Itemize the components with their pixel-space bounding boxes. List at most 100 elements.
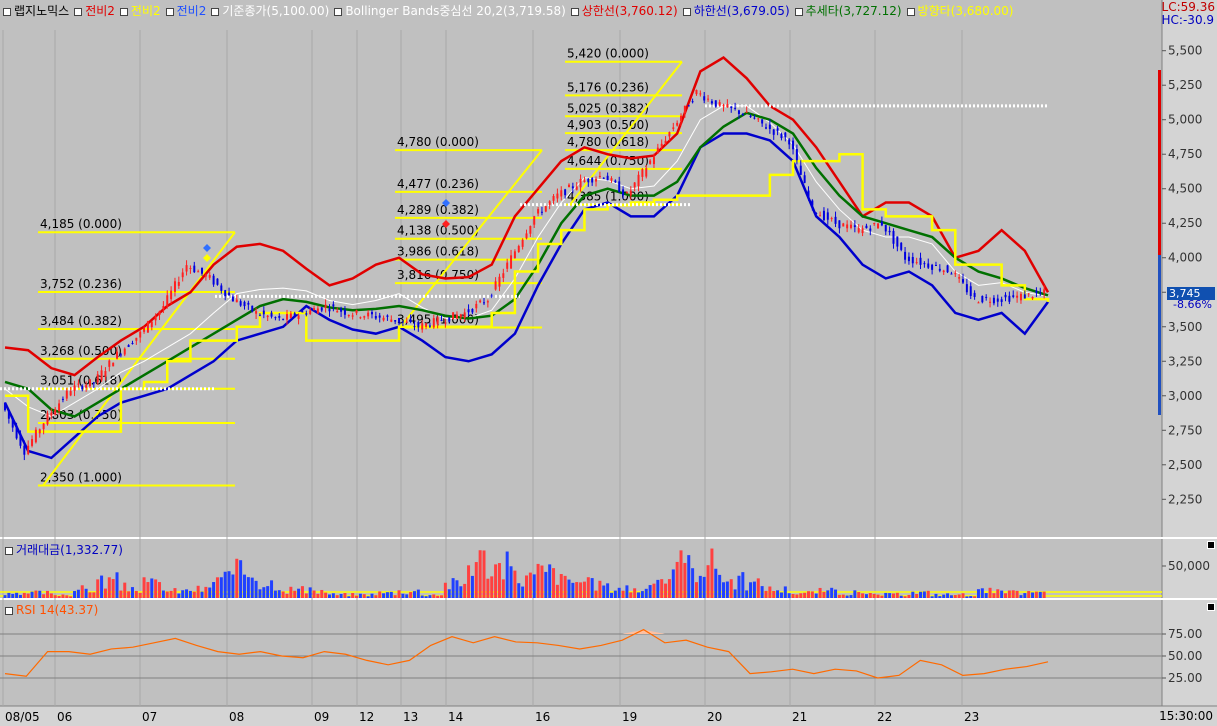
volume-bar bbox=[834, 589, 838, 598]
candle-body bbox=[652, 157, 655, 165]
legend-item[interactable]: 추세타(3,727.12) bbox=[794, 4, 902, 18]
volume-bar bbox=[783, 586, 787, 598]
legend-toggle-icon[interactable] bbox=[906, 7, 915, 16]
volume-bar bbox=[996, 589, 1000, 598]
legend-item[interactable]: 상한선(3,760.12) bbox=[570, 4, 678, 18]
volume-bar bbox=[119, 590, 123, 598]
candle-body bbox=[996, 298, 999, 302]
candle-body bbox=[795, 149, 798, 161]
candle-body bbox=[289, 313, 292, 318]
time-label: 08 bbox=[229, 710, 244, 724]
volume-bar bbox=[957, 594, 961, 598]
candle-body bbox=[177, 281, 180, 286]
candle-body bbox=[722, 105, 725, 107]
volume-bar bbox=[459, 586, 463, 598]
volume-bar bbox=[517, 583, 521, 598]
volume-bar bbox=[7, 592, 11, 598]
candle-body bbox=[946, 265, 949, 273]
volume-bar bbox=[984, 593, 988, 598]
candle-body bbox=[123, 348, 126, 355]
price-tick-label: 4,500 bbox=[1168, 182, 1202, 196]
candle-body bbox=[753, 117, 756, 119]
volume-bar bbox=[946, 593, 950, 598]
legend-item[interactable]: 하한선(3,679.05) bbox=[682, 4, 790, 18]
candle-body bbox=[452, 312, 455, 320]
candle-body bbox=[598, 175, 601, 177]
candle-body bbox=[301, 311, 304, 313]
volume-bar bbox=[513, 570, 517, 598]
legend-toggle-icon[interactable] bbox=[334, 7, 343, 16]
volume-bar bbox=[69, 596, 73, 598]
legend-item[interactable]: 전비2 bbox=[165, 4, 206, 18]
volume-bar bbox=[497, 563, 501, 598]
candle-body bbox=[320, 307, 323, 311]
close-panel-icon[interactable] bbox=[1207, 603, 1215, 611]
candle-body bbox=[525, 233, 528, 239]
candle-body bbox=[865, 225, 868, 229]
legend-item[interactable]: 기준종가(5,100.00) bbox=[210, 4, 329, 18]
volume-bar bbox=[169, 590, 173, 598]
volume-bar bbox=[861, 593, 865, 598]
legend-toggle-icon[interactable] bbox=[3, 7, 11, 16]
volume-bar bbox=[613, 590, 617, 598]
volume-bar bbox=[185, 589, 189, 598]
candle-body bbox=[54, 409, 57, 415]
legend-toggle-icon[interactable] bbox=[570, 7, 579, 16]
candle-body bbox=[595, 178, 598, 182]
volume-bar bbox=[826, 590, 830, 598]
candle-body bbox=[15, 425, 18, 439]
volume-bar bbox=[76, 589, 80, 598]
legend-label: 추세타(3,727.12) bbox=[805, 4, 902, 18]
volume-bar bbox=[718, 574, 722, 598]
legend-item[interactable]: 전비2 bbox=[119, 4, 161, 18]
panel-toggle-icon[interactable] bbox=[5, 546, 13, 555]
volume-bar bbox=[919, 591, 923, 598]
fib-level-label: 4,477 (0.236) bbox=[397, 177, 479, 191]
legend-item[interactable]: 랩지노믹스 bbox=[2, 4, 69, 18]
volume-tick-label: 50,000 bbox=[1168, 559, 1210, 573]
volume-bar bbox=[1007, 590, 1011, 598]
legend-toggle-icon[interactable] bbox=[165, 7, 174, 16]
lc-hc-readout: LC:59.36 HC:-30.9 bbox=[1162, 1, 1215, 27]
panel-toggle-icon[interactable] bbox=[5, 606, 13, 615]
candle-body bbox=[625, 192, 628, 194]
candle-body bbox=[197, 271, 200, 273]
legend-toggle-icon[interactable] bbox=[794, 7, 803, 16]
volume-bar bbox=[385, 592, 389, 598]
price-tick-label: 5,000 bbox=[1168, 113, 1202, 127]
candle-body bbox=[907, 256, 910, 262]
volume-bar bbox=[440, 595, 444, 598]
volume-bar bbox=[401, 593, 405, 598]
candle-body bbox=[761, 119, 764, 124]
legend-item[interactable]: Bollinger Bands중심선 20,2(3,719.58) bbox=[333, 4, 566, 18]
legend-toggle-icon[interactable] bbox=[74, 7, 83, 16]
candle-body bbox=[737, 110, 740, 114]
volume-bar bbox=[868, 593, 872, 598]
candle-body bbox=[571, 186, 574, 189]
volume-bar bbox=[915, 593, 919, 598]
volume-bar bbox=[188, 590, 192, 598]
legend-toggle-icon[interactable] bbox=[119, 7, 128, 16]
candle-body bbox=[158, 311, 161, 316]
candle-body bbox=[950, 273, 953, 275]
candle-body bbox=[772, 129, 775, 135]
legend-item[interactable]: 방향타(3,680.00) bbox=[906, 4, 1013, 18]
legend-toggle-icon[interactable] bbox=[682, 7, 691, 16]
volume-bar bbox=[382, 593, 386, 598]
time-label: 22 bbox=[877, 710, 892, 724]
volume-bar bbox=[598, 580, 602, 598]
candle-body bbox=[857, 228, 860, 233]
legend-toggle-icon[interactable] bbox=[211, 7, 220, 16]
candle-body bbox=[826, 212, 829, 220]
legend-item[interactable]: 전비2 bbox=[73, 4, 115, 18]
candle-body bbox=[695, 89, 698, 95]
volume-bar bbox=[648, 585, 652, 598]
candle-body bbox=[181, 272, 184, 278]
close-panel-icon[interactable] bbox=[1207, 541, 1215, 549]
volume-bar bbox=[1034, 591, 1038, 598]
candle-body bbox=[741, 113, 744, 115]
volume-bar bbox=[567, 579, 571, 598]
candle-body bbox=[135, 337, 138, 341]
candle-body bbox=[668, 132, 671, 137]
time-label: 08/05 bbox=[5, 710, 40, 724]
